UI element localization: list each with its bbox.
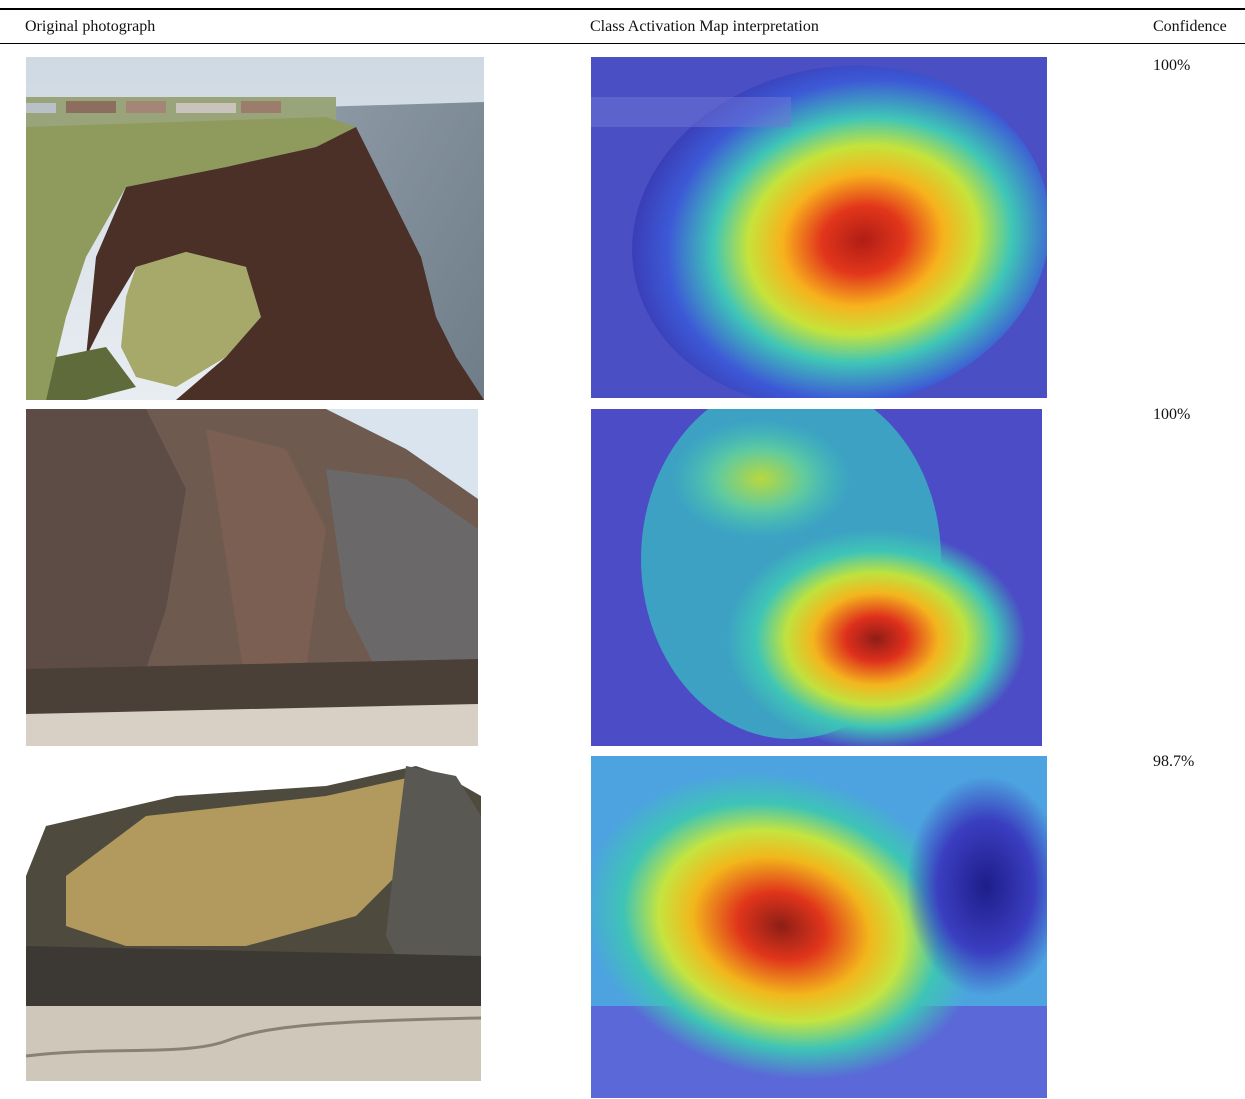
header-cam-interpretation: Class Activation Map interpretation xyxy=(590,18,819,35)
original-photo-row2 xyxy=(26,409,478,746)
confidence-row1: 100% xyxy=(1153,57,1191,74)
original-photo-row1 xyxy=(26,57,484,400)
table-header-rule xyxy=(0,43,1245,44)
cam-overlay-row2 xyxy=(591,409,1042,746)
table-top-rule xyxy=(0,8,1245,10)
cam-overlay-row3 xyxy=(591,756,1047,1098)
confidence-row3: 98.7% xyxy=(1153,753,1195,770)
cam-overlay-row1 xyxy=(591,57,1047,398)
confidence-row2: 100% xyxy=(1153,406,1191,423)
original-photo-row3 xyxy=(26,756,481,1081)
header-original-photograph: Original photograph xyxy=(25,18,156,35)
header-confidence: Confidence xyxy=(1153,18,1227,35)
